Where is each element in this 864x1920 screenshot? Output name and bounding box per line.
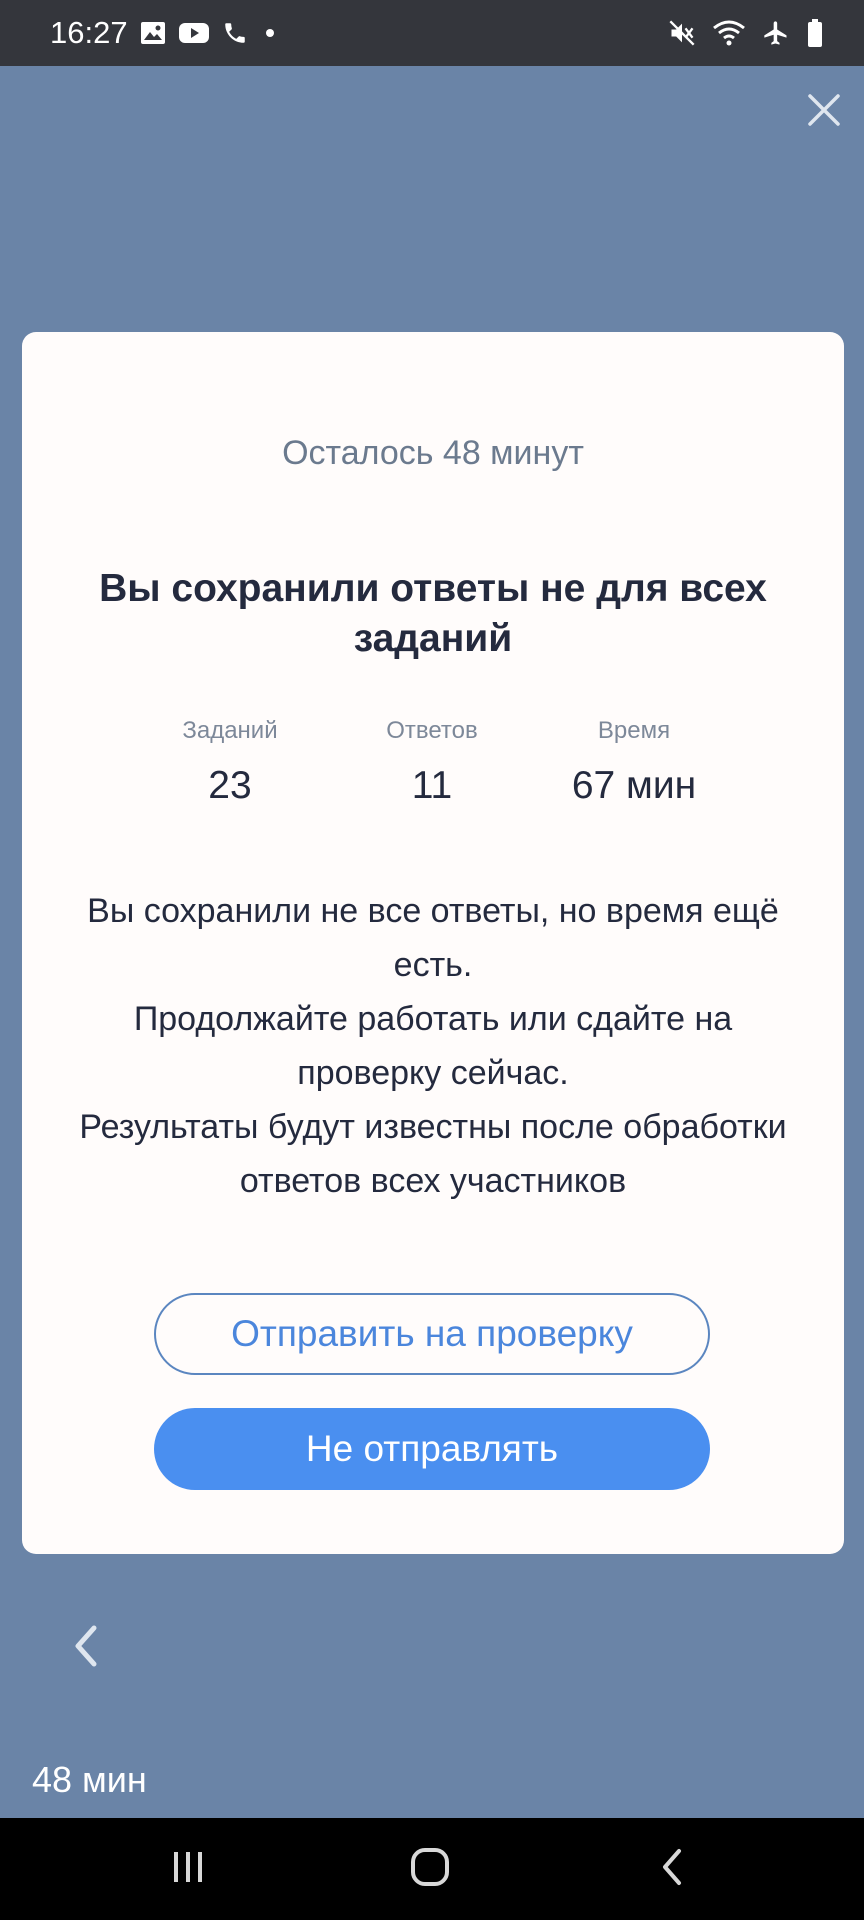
image-icon [140, 21, 166, 45]
stat-value: 23 [208, 764, 252, 807]
stat-label: Время [597, 717, 671, 744]
mute-icon [668, 19, 696, 47]
close-icon [807, 93, 841, 132]
message-line: Результаты будут известны после обработк… [79, 1108, 787, 1200]
home-button[interactable] [400, 1844, 460, 1894]
confirm-dialog: Осталось 48 минут Вы сохранили ответы не… [22, 332, 844, 1554]
back-icon [657, 1847, 687, 1892]
recents-button[interactable] [158, 1844, 218, 1894]
previous-button[interactable] [62, 1620, 108, 1676]
message-line: Продолжайте работать или сдайте на прове… [133, 1000, 733, 1092]
status-right-icons [668, 16, 824, 50]
stat-label: Ответов [386, 717, 478, 744]
stat-value: 11 [411, 764, 453, 807]
close-button[interactable] [800, 88, 848, 136]
chevron-left-icon [70, 1624, 100, 1673]
home-icon [410, 1847, 450, 1892]
system-nav-bar [0, 1818, 864, 1920]
stat-label: Заданий [182, 717, 278, 744]
status-left-icons [140, 18, 280, 48]
dot-icon [260, 23, 280, 43]
stat-time: Время 67 мин [534, 716, 734, 810]
back-button[interactable] [642, 1844, 702, 1894]
stat-value: 67 мин [571, 764, 697, 807]
stat-answers: Ответов 11 [332, 716, 532, 810]
status-bar: 16:27 [0, 0, 864, 66]
submit-for-review-button[interactable]: Отправить на проверку [154, 1293, 710, 1375]
timer-label: 48 мин [32, 1759, 147, 1800]
youtube-icon [178, 21, 210, 45]
wifi-icon [712, 19, 746, 47]
stat-tasks: Заданий 23 [130, 716, 330, 810]
status-time: 16:27 [50, 15, 128, 50]
recents-icon [168, 1849, 208, 1890]
dialog-message: Вы сохранили не все ответы, но время ещё… [62, 884, 804, 1208]
battery-icon [806, 18, 824, 48]
time-remaining-label: Осталось 48 минут [282, 434, 584, 472]
airplane-icon [762, 19, 790, 47]
message-line: Вы сохранили не все ответы, но время ещё… [87, 892, 779, 984]
dialog-heading: Вы сохранили ответы не для всех заданий [99, 567, 767, 660]
dont-submit-button[interactable]: Не отправлять [154, 1408, 710, 1490]
phone-icon [222, 20, 248, 46]
